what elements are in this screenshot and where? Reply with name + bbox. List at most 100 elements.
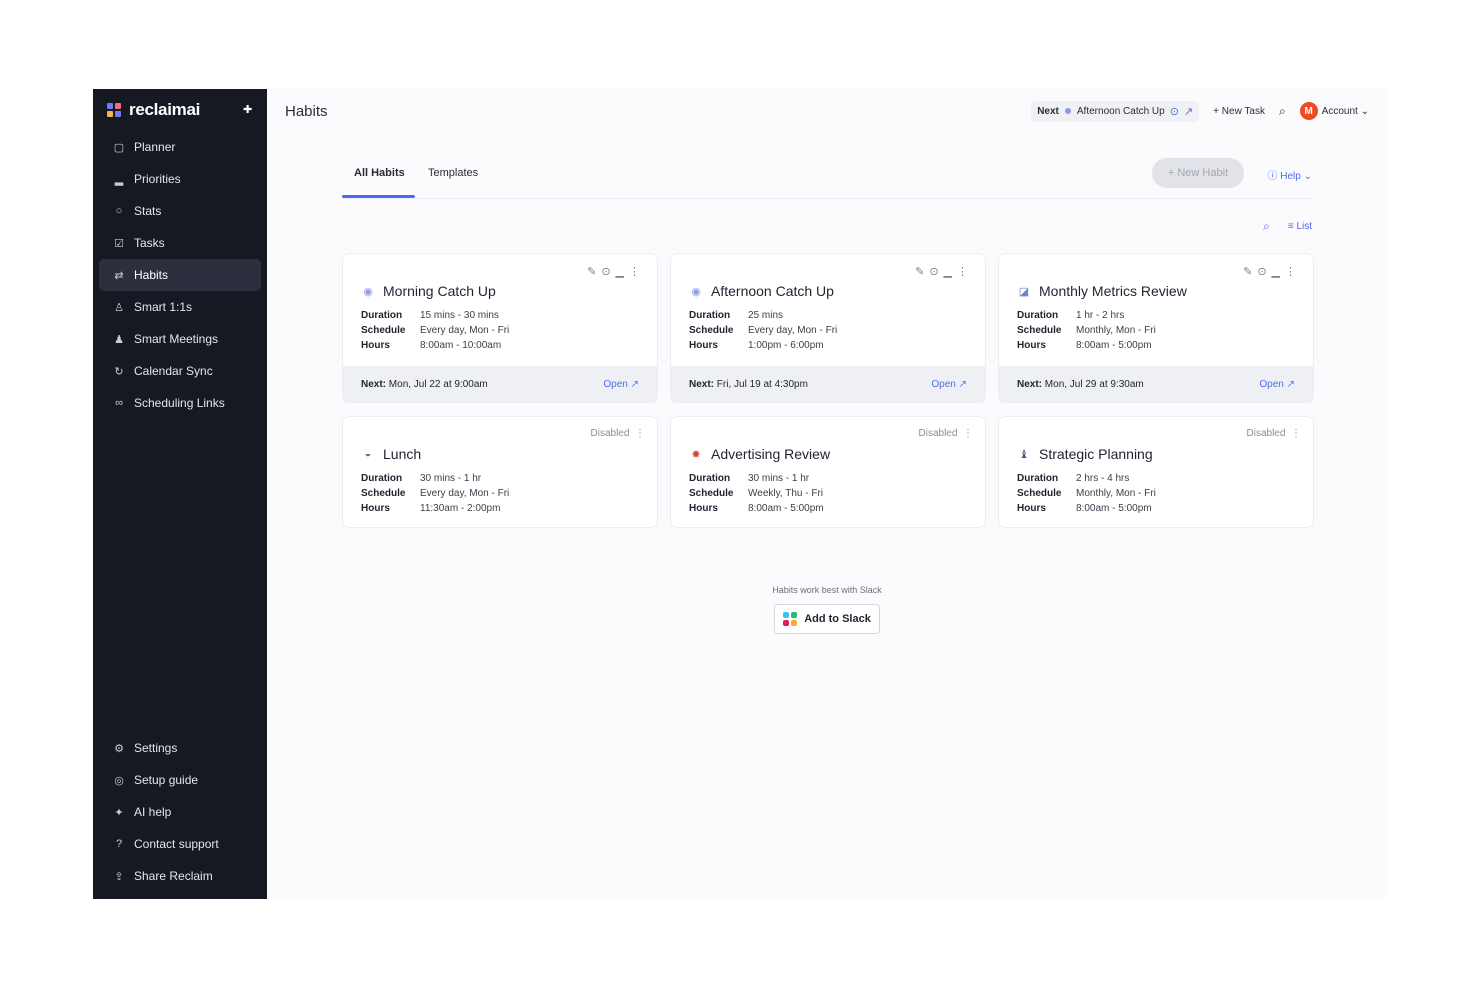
sidebar-item-ai-help[interactable]: ✦ AI help xyxy=(99,796,261,828)
stats-icon[interactable]: ▁ xyxy=(944,266,957,278)
habit-title: Monthly Metrics Review xyxy=(1039,283,1187,299)
habit-card[interactable]: Disabled ⋮ ◒ Lunch Duration 30 mins - 1 hr… xyxy=(342,416,658,528)
sidebar-item-priorities[interactable]: ▂ Priorities xyxy=(99,163,261,195)
card-actions: ✎⊙▁⋮ xyxy=(1243,265,1301,278)
schedule-value: Weekly, Thu - Fri xyxy=(748,488,824,499)
more-icon[interactable]: ⋮ xyxy=(963,428,973,439)
sidebar-item-contact-support[interactable]: ? Contact support xyxy=(99,828,261,860)
sidebar-item-smart-1-1s[interactable]: ♙ Smart 1:1s xyxy=(99,291,261,323)
next-occurrence-value: Fri, Jul 19 at 4:30pm xyxy=(716,378,808,390)
habit-meta: Duration 30 mins - 1 hr Schedule Every day… xyxy=(361,471,657,516)
repeat-icon: ⇄ xyxy=(114,269,124,282)
avatar[interactable]: M xyxy=(1299,102,1318,120)
sidebar-item-scheduling-links[interactable]: ∞ Scheduling Links xyxy=(99,387,261,419)
active-tab-indicator xyxy=(342,195,415,198)
edit-icon[interactable]: ✎ xyxy=(1243,266,1257,278)
brand[interactable]: reclaimai xyxy=(93,89,267,131)
more-icon[interactable]: ⋮ xyxy=(635,428,645,439)
hours-value: 8:00am - 5:00pm xyxy=(1076,340,1152,351)
hours-value: 8:00am - 10:00am xyxy=(420,340,502,351)
sidebar-item-planner[interactable]: ▢ Planner xyxy=(99,131,261,163)
group-icon: ♟ xyxy=(114,333,124,346)
stats-icon[interactable]: ▁ xyxy=(616,266,629,278)
sidebar-item-label: Scheduling Links xyxy=(134,396,225,410)
play-icon[interactable]: ⊙ xyxy=(601,266,615,278)
hours-label: Hours xyxy=(361,503,390,514)
main-content: Habits Next Afternoon Catch Up ⊙ ↗ + New… xyxy=(267,89,1387,899)
next-occurrence-value: Mon, Jul 29 at 9:30am xyxy=(1044,378,1144,390)
play-icon[interactable]: ⊙ xyxy=(1170,105,1179,118)
edit-icon[interactable]: ✎ xyxy=(915,266,929,278)
tab-templates[interactable]: Templates xyxy=(428,167,478,179)
play-icon[interactable]: ⊙ xyxy=(1257,266,1271,278)
sidebar-item-tasks[interactable]: ☑ Tasks xyxy=(99,227,261,259)
schedule-value: Every day, Mon - Fri xyxy=(420,325,510,336)
next-occurrence-label: Next: xyxy=(361,378,387,390)
open-link[interactable]: Open ↗ xyxy=(931,379,967,390)
more-icon[interactable]: ⋮ xyxy=(957,266,973,278)
account-menu[interactable]: Account ⌄ xyxy=(1322,106,1369,117)
edit-icon[interactable]: ✎ xyxy=(587,266,601,278)
schedule-label: Schedule xyxy=(1017,488,1062,499)
open-link[interactable]: Open ↗ xyxy=(1259,379,1295,390)
next-event-pill[interactable]: Next Afternoon Catch Up ⊙ ↗ xyxy=(1031,100,1200,122)
pin-icon[interactable]: ✚ xyxy=(243,103,252,116)
sidebar-item-habits[interactable]: ⇄ Habits xyxy=(99,259,261,291)
disabled-badge: Disabled ⋮ xyxy=(591,428,645,439)
habit-card[interactable]: ✎⊙▁⋮ ◪ Monthly Metrics Review Duration 1 h… xyxy=(998,253,1314,403)
sidebar-item-settings[interactable]: ⚙ Settings xyxy=(99,732,261,764)
more-icon[interactable]: ⋮ xyxy=(629,266,645,278)
sidebar-item-smart-meetings[interactable]: ♟ Smart Meetings xyxy=(99,323,261,355)
add-to-slack-button[interactable]: Add to Slack xyxy=(774,604,880,634)
hours-value: 8:00am - 5:00pm xyxy=(748,503,824,514)
sidebar-item-calendar-sync[interactable]: ↻ Calendar Sync xyxy=(99,355,261,387)
tab-all-habits[interactable]: All Habits xyxy=(354,167,405,179)
habit-card[interactable]: Disabled ⋮ ✸ Advertising Review Duration 3… xyxy=(670,416,986,528)
habit-title: Morning Catch Up xyxy=(383,283,496,299)
new-habit-button[interactable]: + New Habit xyxy=(1152,158,1244,188)
new-task-button[interactable]: + New Task xyxy=(1213,106,1265,117)
duration-value: 25 mins xyxy=(748,310,784,321)
hours-label: Hours xyxy=(689,340,718,351)
schedule-value: Every day, Mon - Fri xyxy=(420,488,510,499)
gear-icon: ⚙ xyxy=(114,742,124,755)
card-footer: Next: Fri, Jul 19 at 4:30pm Open ↗ xyxy=(671,366,985,402)
topbar-actions: Next Afternoon Catch Up ⊙ ↗ + New Task ⌕… xyxy=(1031,100,1369,122)
search-icon[interactable]: ⌕ xyxy=(1263,219,1270,234)
list-view-toggle[interactable]: ≡ List xyxy=(1288,221,1312,232)
open-label: Open xyxy=(1259,378,1284,390)
next-occurrence: Next: Mon, Jul 29 at 9:30am xyxy=(1017,379,1144,390)
play-icon[interactable]: ⊙ xyxy=(929,266,943,278)
help-menu[interactable]: ⓘ Help ⌄ xyxy=(1267,167,1312,182)
sidebar-item-share-reclaim[interactable]: ⇪ Share Reclaim xyxy=(99,860,261,892)
next-occurrence-label: Next: xyxy=(689,378,715,390)
page-title: Habits xyxy=(285,102,328,120)
stats-icon[interactable]: ▁ xyxy=(1272,266,1285,278)
starburst-icon: ✸ xyxy=(691,448,701,461)
sidebar-item-label: Habits xyxy=(134,268,169,282)
stats-icon: ○ xyxy=(115,205,123,217)
open-label: Open xyxy=(931,378,956,390)
external-link-icon[interactable]: ↗ xyxy=(1184,105,1193,118)
more-icon[interactable]: ⋮ xyxy=(1285,266,1301,278)
habit-card[interactable]: ✎⊙▁⋮ ◉ Morning Catch Up Duration 15 mins -… xyxy=(342,253,658,403)
add-to-slack-label: Add to Slack xyxy=(804,613,871,625)
schedule-value: Monthly, Mon - Fri xyxy=(1076,488,1156,499)
sidebar-nav: ▢ Planner ▂ Priorities ○ Stats ☑ Tasks ⇄ Habi… xyxy=(93,131,267,419)
schedule-label: Schedule xyxy=(689,488,734,499)
habit-card[interactable]: ✎⊙▁⋮ ◉ Afternoon Catch Up Duration 25 mins… xyxy=(670,253,986,403)
card-actions: ✎⊙▁⋮ xyxy=(587,265,645,278)
search-icon[interactable]: ⌕ xyxy=(1279,104,1286,119)
duration-value: 15 mins - 30 mins xyxy=(420,310,499,321)
habit-card[interactable]: Disabled ⋮ ♝ Strategic Planning Duration 2… xyxy=(998,416,1314,528)
sidebar-item-label: Calendar Sync xyxy=(134,364,213,378)
sidebar-item-stats[interactable]: ○ Stats xyxy=(99,195,261,227)
more-icon[interactable]: ⋮ xyxy=(1291,428,1301,439)
habit-tabs: All Habits Templates + New Habit ⓘ Help … xyxy=(342,158,1312,199)
hours-value: 8:00am - 5:00pm xyxy=(1076,503,1152,514)
sidebar-item-setup-guide[interactable]: ◎ Setup guide xyxy=(99,764,261,796)
schedule-label: Schedule xyxy=(361,325,406,336)
open-link[interactable]: Open ↗ xyxy=(603,379,639,390)
hours-label: Hours xyxy=(1017,340,1046,351)
bars-icon: ▂ xyxy=(114,173,124,186)
